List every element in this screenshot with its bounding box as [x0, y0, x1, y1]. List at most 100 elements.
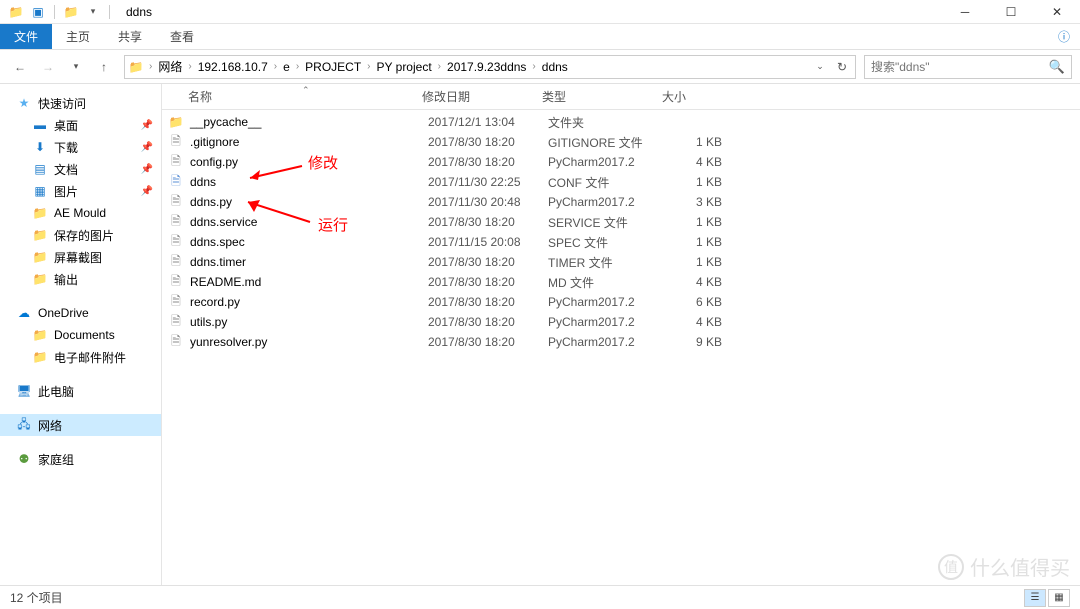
download-icon: ⬇ — [32, 139, 48, 155]
tree-label: 输出 — [54, 271, 78, 288]
chevron-right-icon[interactable]: › — [436, 61, 443, 72]
breadcrumb-item[interactable]: ddns — [538, 56, 572, 78]
file-size: 1 KB — [668, 255, 748, 269]
file-row[interactable]: 🗎ddns.py2017/11/30 20:48PyCharm2017.23 K… — [162, 192, 1080, 212]
new-folder-icon[interactable]: 📁 — [63, 4, 79, 20]
search-input[interactable] — [871, 60, 1049, 74]
tree-item-folder[interactable]: 📁保存的图片 — [0, 224, 161, 246]
breadcrumb-item[interactable]: PY project — [373, 56, 436, 78]
file-row[interactable]: 📁__pycache__2017/12/1 13:04文件夹 — [162, 112, 1080, 132]
file-name: record.py — [190, 295, 240, 309]
file-type: PyCharm2017.2 — [548, 335, 668, 349]
file-row[interactable]: 🗎record.py2017/8/30 18:20PyCharm2017.26 … — [162, 292, 1080, 312]
properties-icon[interactable]: ▣ — [30, 4, 46, 20]
file-row[interactable]: 🗎config.py2017/8/30 18:20PyCharm2017.24 … — [162, 152, 1080, 172]
file-row[interactable]: 🗎ddns.timer2017/8/30 18:20TIMER 文件1 KB — [162, 252, 1080, 272]
file-row[interactable]: 🗎README.md2017/8/30 18:20MD 文件4 KB — [162, 272, 1080, 292]
tree-item-folder[interactable]: 📁AE Mould — [0, 202, 161, 224]
chevron-right-icon[interactable]: › — [530, 61, 537, 72]
tree-label: 快速访问 — [38, 95, 86, 112]
watermark-text: 什么值得买 — [970, 552, 1070, 581]
minimize-button[interactable]: ─ — [942, 0, 988, 24]
tree-label: 图片 — [54, 183, 78, 200]
folder-icon: 📁 — [32, 349, 48, 365]
breadcrumb-item[interactable]: 2017.9.23ddns — [443, 56, 530, 78]
tree-onedrive[interactable]: ☁OneDrive — [0, 302, 161, 324]
close-button[interactable]: ✕ — [1034, 0, 1080, 24]
file-date: 2017/11/15 20:08 — [428, 235, 548, 249]
python-file-icon: 🗎 — [168, 334, 184, 350]
chevron-right-icon[interactable]: › — [272, 61, 279, 72]
tree-item-pictures[interactable]: ▦图片📌 — [0, 180, 161, 202]
file-row[interactable]: 🗎utils.py2017/8/30 18:20PyCharm2017.24 K… — [162, 312, 1080, 332]
folder-icon: 📁 — [32, 227, 48, 243]
breadcrumb-item[interactable]: 192.168.10.7 — [194, 56, 272, 78]
qat-dropdown-icon[interactable]: ▾ — [85, 4, 101, 20]
chevron-right-icon[interactable]: › — [294, 61, 301, 72]
file-icon: 🗎 — [168, 254, 184, 270]
window-title: ddns — [126, 5, 152, 19]
tree-item-folder[interactable]: 📁屏幕截图 — [0, 246, 161, 268]
address-dropdown-icon[interactable]: ⌄ — [809, 60, 831, 74]
folder-icon: 📁 — [8, 4, 24, 20]
file-row[interactable]: 🗎yunresolver.py2017/8/30 18:20PyCharm201… — [162, 332, 1080, 352]
column-type[interactable]: 类型 — [542, 88, 662, 105]
tab-file[interactable]: 文件 — [0, 24, 52, 49]
chevron-right-icon[interactable]: › — [186, 61, 193, 72]
tree-homegroup[interactable]: ⚉家庭组 — [0, 448, 161, 470]
file-name: yunresolver.py — [190, 335, 267, 349]
maximize-button[interactable]: ☐ — [988, 0, 1034, 24]
search-icon[interactable]: 🔍 — [1049, 59, 1065, 75]
tree-item-downloads[interactable]: ⬇下载📌 — [0, 136, 161, 158]
breadcrumb-item[interactable]: 网络 — [154, 56, 186, 78]
tree-item-folder[interactable]: 📁输出 — [0, 268, 161, 290]
ribbon-tabs: 文件 主页 共享 查看 ⓘ — [0, 24, 1080, 50]
tree-quick-access[interactable]: ★ 快速访问 — [0, 92, 161, 114]
chevron-right-icon[interactable]: › — [365, 61, 372, 72]
refresh-button[interactable]: ↻ — [831, 60, 853, 74]
tree-thispc[interactable]: 🖥此电脑 — [0, 380, 161, 402]
column-date[interactable]: 修改日期 — [422, 88, 542, 105]
file-type: 文件夹 — [548, 114, 668, 131]
thumbnails-view-button[interactable]: ▦ — [1048, 589, 1070, 607]
separator — [109, 5, 110, 19]
history-dropdown[interactable]: ▾ — [64, 55, 88, 79]
tree-item-documents[interactable]: ▤文档📌 — [0, 158, 161, 180]
breadcrumb-item[interactable]: PROJECT — [301, 56, 365, 78]
tab-share[interactable]: 共享 — [104, 24, 156, 49]
forward-button[interactable]: → — [36, 55, 60, 79]
file-row[interactable]: 🗎ddns.spec2017/11/15 20:08SPEC 文件1 KB — [162, 232, 1080, 252]
file-row[interactable]: 🗎ddns2017/11/30 22:25CONF 文件1 KB — [162, 172, 1080, 192]
file-size: 4 KB — [668, 275, 748, 289]
details-view-button[interactable]: ☰ — [1024, 589, 1046, 607]
tree-item-folder[interactable]: 📁Documents — [0, 324, 161, 346]
tree-item-desktop[interactable]: ▬桌面📌 — [0, 114, 161, 136]
tree-item-folder[interactable]: 📁 电子邮件附件 — [0, 346, 161, 368]
breadcrumb-item[interactable]: e — [279, 56, 294, 78]
tab-view[interactable]: 查看 — [156, 24, 208, 49]
column-headers: ⌃ 名称 修改日期 类型 大小 — [162, 84, 1080, 110]
tree-label: 屏幕截图 — [54, 249, 102, 266]
tab-home[interactable]: 主页 — [52, 24, 104, 49]
file-name: ddns.spec — [190, 235, 245, 249]
up-button[interactable]: ↑ — [92, 55, 116, 79]
ribbon-help-icon[interactable]: ⓘ — [1048, 24, 1080, 49]
column-size[interactable]: 大小 — [662, 88, 742, 105]
file-size: 1 KB — [668, 235, 748, 249]
file-size: 6 KB — [668, 295, 748, 309]
back-button[interactable]: ← — [8, 55, 32, 79]
address-bar[interactable]: 📁 › 网络 › 192.168.10.7 › e › PROJECT › PY… — [124, 55, 856, 79]
tree-network[interactable]: 🖧网络 — [0, 414, 161, 436]
homegroup-icon: ⚉ — [16, 451, 32, 467]
column-name[interactable]: 名称 — [162, 88, 422, 105]
file-date: 2017/8/30 18:20 — [428, 255, 548, 269]
file-row[interactable]: 🗎.gitignore2017/8/30 18:20GITIGNORE 文件1 … — [162, 132, 1080, 152]
file-date: 2017/8/30 18:20 — [428, 295, 548, 309]
watermark-icon: 值 — [938, 554, 964, 580]
file-size: 1 KB — [668, 215, 748, 229]
search-box[interactable]: 🔍 — [864, 55, 1072, 79]
onedrive-icon: ☁ — [16, 305, 32, 321]
chevron-right-icon[interactable]: › — [147, 61, 154, 72]
file-row[interactable]: 🗎ddns.service2017/8/30 18:20SERVICE 文件1 … — [162, 212, 1080, 232]
tree-label: 电子邮件附件 — [54, 349, 126, 366]
